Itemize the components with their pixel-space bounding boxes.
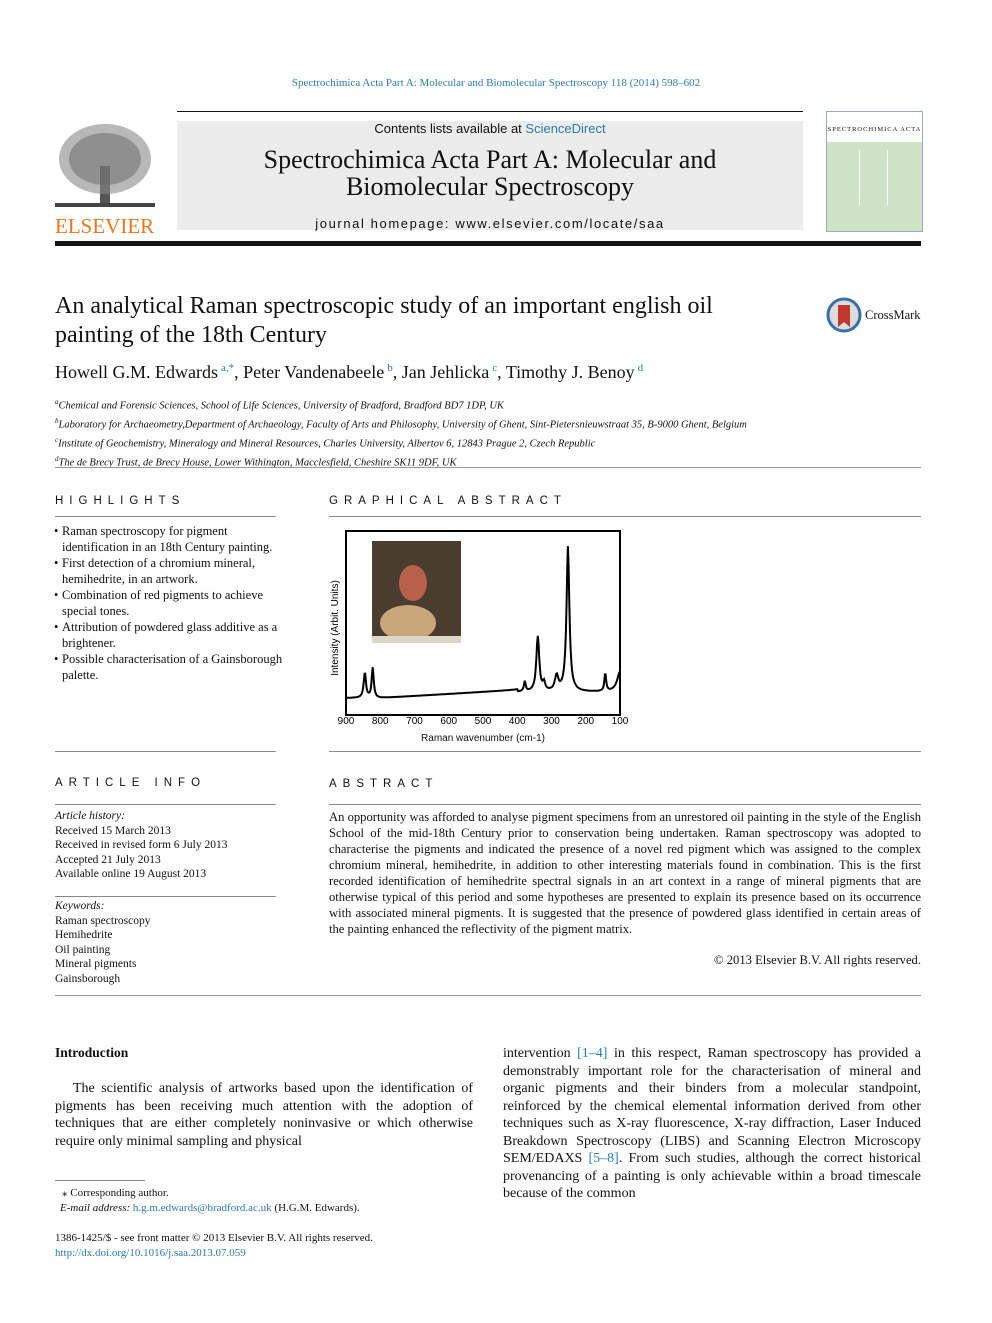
- graphical-abstract-figure: Intensity (Arbit. Units) 900 800 700 600 500…: [328, 528, 638, 748]
- affiliation: cInstitute of Geochemistry, Mineralogy a…: [55, 433, 747, 452]
- ref-link[interactable]: [1–4]: [577, 1046, 607, 1061]
- affiliation: aChemical and Forensic Sciences, School …: [55, 395, 747, 414]
- keyword: Hemihedrite: [55, 929, 113, 941]
- journal-title: Spectrochimica Acta Part A: Molecular an…: [263, 145, 717, 201]
- x-tick-label: 300: [543, 716, 560, 727]
- journal-homepage[interactable]: journal homepage: www.elsevier.com/locat…: [177, 216, 803, 231]
- author-name: Peter Vandenabeele: [243, 362, 385, 382]
- journal-header: Contents lists available at ScienceDirec…: [177, 121, 803, 231]
- highlights-heading: HIGHLIGHTS: [55, 495, 186, 507]
- article-info-heading: ARTICLE INFO: [55, 777, 207, 789]
- keyword: Gainsborough: [55, 972, 121, 985]
- x-tick-label: 800: [372, 716, 389, 727]
- x-tick-label: 100: [612, 716, 629, 727]
- tree-icon: [55, 124, 155, 207]
- x-tick-label: 700: [406, 716, 423, 727]
- history-item: Available online 19 August 2013: [55, 868, 207, 880]
- sciencedirect-link[interactable]: ScienceDirect: [525, 121, 605, 136]
- page: Spectrochimica Acta Part A: Molecular an…: [0, 0, 992, 1323]
- footnote: ⁎ Corresponding author. E-mail address: …: [60, 1187, 360, 1214]
- author-affiliation-mark: b: [387, 362, 393, 374]
- history-item: Received in revised form 6 July 2013: [55, 839, 228, 851]
- highlight-item: Attribution of powdered glass additive a…: [54, 619, 284, 651]
- x-tick-label: 200: [577, 716, 594, 727]
- affiliation-text: Laboratory for Archaeometry,Department o…: [58, 419, 747, 431]
- affiliation: dThe de Brecy Trust, de Brecy House, Low…: [55, 452, 747, 471]
- raman-spectrum: Intensity (Arbit. Units) 900 800 700 600 500…: [330, 530, 629, 727]
- painting-detail-image: [372, 541, 461, 643]
- highlight-item: Raman spectroscopy for pigment identific…: [54, 523, 284, 555]
- history-item: Received 15 March 2013: [55, 824, 171, 837]
- divider: [55, 241, 921, 246]
- highlight-item: Combination of red pigments to achieve s…: [54, 587, 284, 619]
- x-tick-label: 900: [338, 716, 355, 727]
- keywords: Keywords: Raman spectroscopy Hemihedrite Oi…: [55, 900, 151, 985]
- email-link[interactable]: h.g.m.edwards@bradford.ac.uk: [133, 1202, 272, 1214]
- crossmark-badge[interactable]: CrossMark: [826, 297, 921, 333]
- author-affiliation-mark: a,*: [220, 362, 235, 374]
- author-name: Timothy J. Benoy: [505, 362, 635, 382]
- abstract-text: An opportunity was afforded to analyse p…: [329, 810, 921, 936]
- doi-link[interactable]: http://dx.doi.org/10.1016/j.saa.2013.07.…: [55, 1246, 373, 1261]
- journal-cover: SPECTROCHIMICA ACTA: [826, 111, 923, 232]
- divider: [55, 467, 921, 468]
- divider: [177, 111, 803, 112]
- author-affiliation-mark: c: [492, 362, 498, 374]
- ref-link[interactable]: [5–8]: [589, 1151, 619, 1166]
- x-tick-label: 400: [509, 716, 526, 727]
- affiliation: bLaboratory for Archaeometry,Department …: [55, 414, 747, 433]
- footer: 1386-1425/$ - see front matter © 2013 El…: [55, 1232, 373, 1261]
- keyword: Oil painting: [55, 943, 111, 956]
- introduction-heading: Introduction: [55, 1045, 129, 1060]
- author-affiliation-mark: d: [637, 362, 644, 374]
- affiliation-text: Chemical and Forensic Sciences, School o…: [58, 400, 504, 412]
- x-axis-label: Raman wavenumber (cm-1): [421, 733, 545, 744]
- affiliation-text: Institute of Geochemistry, Mineralogy an…: [58, 438, 596, 450]
- y-axis-label: Intensity (Arbit. Units): [330, 580, 341, 676]
- author-name: Howell G.M. Edwards: [55, 362, 218, 382]
- x-tick-label: 500: [475, 716, 492, 727]
- intro-paragraph: The scientific analysis of artworks base…: [55, 1081, 473, 1149]
- highlight-item: Possible characterisation of a Gainsboro…: [54, 651, 284, 683]
- highlight-item: First detection of a chromium mineral, h…: [54, 555, 284, 587]
- graphical-abstract-heading: GRAPHICAL ABSTRACT: [329, 495, 567, 507]
- intro-paragraph-continued: intervention [1–4] in this respect, Rama…: [503, 1046, 921, 1201]
- elsevier-logo: ELSEVIER: [55, 121, 155, 238]
- journal-citation[interactable]: Spectrochimica Acta Part A: Molecular an…: [0, 77, 992, 89]
- author-name: Jan Jehlicka: [401, 362, 490, 382]
- highlights-list: Raman spectroscopy for pigment identific…: [54, 523, 284, 683]
- author-list: Howell G.M. Edwards a,*, Peter Vandenabee…: [55, 362, 644, 382]
- abstract-heading: ABSTRACT: [329, 778, 439, 790]
- keyword: Mineral pigments: [55, 958, 137, 970]
- crossmark-icon: [826, 297, 862, 333]
- history-item: Accepted 21 July 2013: [55, 853, 161, 866]
- keyword: Raman spectroscopy: [55, 914, 151, 927]
- article-history: Article history: Received 15 March 2013 Re…: [55, 810, 228, 880]
- copyright: © 2013 Elsevier B.V. All rights reserved…: [714, 953, 921, 967]
- article-title: An analytical Raman spectroscopic study …: [55, 293, 713, 348]
- x-tick-label: 600: [440, 716, 457, 727]
- affiliations: aChemical and Forensic Sciences, School …: [55, 395, 747, 471]
